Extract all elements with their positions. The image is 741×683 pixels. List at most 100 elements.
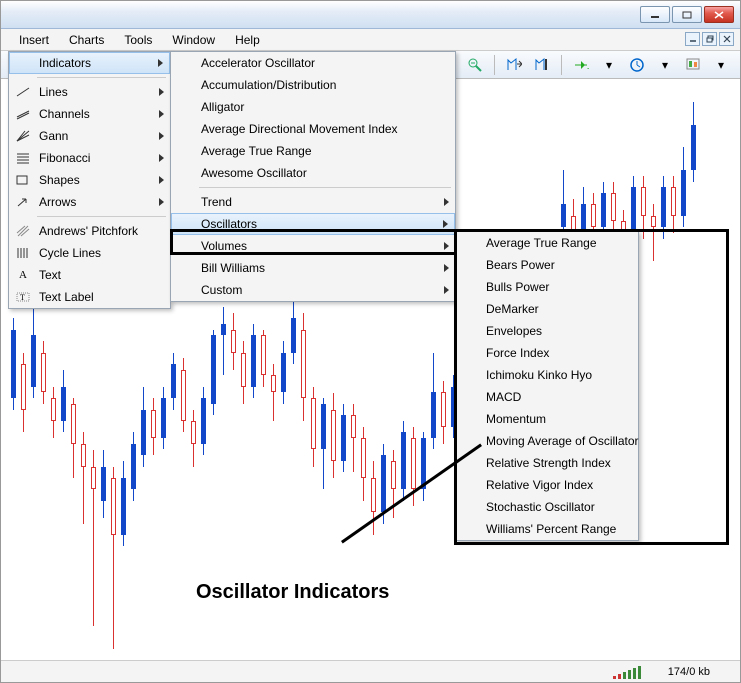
zoom-out-icon[interactable] bbox=[464, 54, 486, 76]
auto-scroll-icon[interactable] bbox=[503, 54, 525, 76]
menu-charts[interactable]: Charts bbox=[59, 29, 114, 50]
minimize-button[interactable] bbox=[640, 6, 670, 23]
mdi-close-button[interactable] bbox=[719, 32, 734, 46]
candlestick bbox=[111, 467, 116, 649]
candlestick bbox=[241, 341, 246, 404]
oscillators-item-williams-percent-range[interactable]: Williams' Percent Range bbox=[456, 518, 638, 540]
oscillators-submenu: Average True RangeBears PowerBulls Power… bbox=[455, 231, 639, 541]
templates-icon[interactable] bbox=[682, 54, 704, 76]
chevron-down-icon[interactable]: ▾ bbox=[598, 54, 620, 76]
insert-item-indicators[interactable]: Indicators bbox=[9, 52, 170, 74]
insert-item-lines[interactable]: Lines bbox=[9, 81, 170, 103]
menu-item-label: Channels bbox=[39, 107, 90, 121]
candlestick bbox=[351, 404, 356, 472]
oscillators-item-moving-average-of-oscillator[interactable]: Moving Average of Oscillator bbox=[456, 430, 638, 452]
mdi-minimize-button[interactable] bbox=[685, 32, 700, 46]
indicators-item-awesome-oscillator[interactable]: Awesome Oscillator bbox=[171, 162, 455, 184]
indicators-item-bill-williams[interactable]: Bill Williams bbox=[171, 257, 455, 279]
oscillators-item-bulls-power[interactable]: Bulls Power bbox=[456, 276, 638, 298]
indicators-submenu: Accelerator OscillatorAccumulation/Distr… bbox=[170, 51, 456, 302]
indicators-item-trend[interactable]: Trend bbox=[171, 191, 455, 213]
candlestick bbox=[171, 353, 176, 410]
mdi-restore-button[interactable] bbox=[702, 32, 717, 46]
oscillators-item-macd[interactable]: MACD bbox=[456, 386, 638, 408]
chevron-down-icon[interactable]: ▾ bbox=[654, 54, 676, 76]
oscillators-item-average-true-range[interactable]: Average True Range bbox=[456, 232, 638, 254]
candlestick bbox=[301, 313, 306, 421]
candlestick bbox=[221, 307, 226, 375]
menu-window[interactable]: Window bbox=[162, 29, 225, 50]
arrows-icon bbox=[13, 194, 33, 210]
menu-item-label: MACD bbox=[486, 390, 521, 404]
maximize-button[interactable] bbox=[672, 6, 702, 23]
menu-tools[interactable]: Tools bbox=[114, 29, 162, 50]
line-icon bbox=[13, 84, 33, 100]
menu-item-label: Text bbox=[39, 268, 61, 282]
candlestick bbox=[121, 461, 126, 547]
indicators-list-icon[interactable]: + bbox=[570, 54, 592, 76]
insert-item-cycle-lines[interactable]: Cycle Lines bbox=[9, 242, 170, 264]
insert-item-channels[interactable]: Channels bbox=[9, 103, 170, 125]
indicators-item-average-true-range[interactable]: Average True Range bbox=[171, 140, 455, 162]
channel-icon bbox=[13, 106, 33, 122]
menu-separator bbox=[199, 187, 451, 188]
indicators-item-average-directional-movement-index[interactable]: Average Directional Movement Index bbox=[171, 118, 455, 140]
oscillators-item-bears-power[interactable]: Bears Power bbox=[456, 254, 638, 276]
indicators-item-alligator[interactable]: Alligator bbox=[171, 96, 455, 118]
menu-item-label: Williams' Percent Range bbox=[486, 522, 616, 536]
chevron-down-icon[interactable]: ▾ bbox=[710, 54, 732, 76]
insert-item-text[interactable]: AText bbox=[9, 264, 170, 286]
insert-item-arrows[interactable]: Arrows bbox=[9, 191, 170, 213]
menu-bar: Insert Charts Tools Window Help bbox=[1, 29, 740, 51]
candlestick bbox=[11, 318, 16, 409]
chevron-right-icon bbox=[159, 176, 164, 184]
insert-item-shapes[interactable]: Shapes bbox=[9, 169, 170, 191]
oscillators-item-relative-strength-index[interactable]: Relative Strength Index bbox=[456, 452, 638, 474]
svg-text:T: T bbox=[20, 293, 25, 302]
menu-item-label: DeMarker bbox=[486, 302, 539, 316]
candlestick bbox=[661, 176, 666, 239]
insert-item-text-label[interactable]: TText Label bbox=[9, 286, 170, 308]
oscillators-item-relative-vigor-index[interactable]: Relative Vigor Index bbox=[456, 474, 638, 496]
candlestick bbox=[131, 432, 136, 500]
oscillators-item-stochastic-oscillator[interactable]: Stochastic Oscillator bbox=[456, 496, 638, 518]
chevron-right-icon bbox=[159, 110, 164, 118]
candlestick bbox=[431, 353, 436, 450]
menu-item-label: Relative Vigor Index bbox=[486, 478, 593, 492]
oscillators-item-force-index[interactable]: Force Index bbox=[456, 342, 638, 364]
oscillators-item-demarker[interactable]: DeMarker bbox=[456, 298, 638, 320]
menu-item-label: Awesome Oscillator bbox=[201, 166, 307, 180]
menu-item-label: Alligator bbox=[201, 100, 244, 114]
svg-text:+: + bbox=[587, 64, 589, 73]
menu-separator bbox=[37, 77, 166, 78]
insert-item-fibonacci[interactable]: Fibonacci bbox=[9, 147, 170, 169]
indicators-item-oscillators[interactable]: Oscillators bbox=[171, 213, 455, 235]
indicators-item-volumes[interactable]: Volumes bbox=[171, 235, 455, 257]
oscillators-item-ichimoku-kinko-hyo[interactable]: Ichimoku Kinko Hyo bbox=[456, 364, 638, 386]
chart-shift-icon[interactable] bbox=[531, 54, 553, 76]
cycle-icon bbox=[13, 245, 33, 261]
oscillators-item-envelopes[interactable]: Envelopes bbox=[456, 320, 638, 342]
candlestick bbox=[211, 330, 216, 416]
menu-item-label: Volumes bbox=[201, 239, 247, 253]
candlestick bbox=[61, 370, 66, 433]
menu-item-label: Momentum bbox=[486, 412, 546, 426]
indicators-item-accelerator-oscillator[interactable]: Accelerator Oscillator bbox=[171, 52, 455, 74]
insert-item-andrews-pitchfork[interactable]: Andrews' Pitchfork bbox=[9, 220, 170, 242]
candlestick bbox=[161, 387, 166, 450]
connection-bars-icon bbox=[613, 665, 648, 679]
indicators-item-custom[interactable]: Custom bbox=[171, 279, 455, 301]
menu-item-label: Cycle Lines bbox=[39, 246, 101, 260]
indicators-item-accumulation-distribution[interactable]: Accumulation/Distribution bbox=[171, 74, 455, 96]
periods-icon[interactable] bbox=[626, 54, 648, 76]
menu-help[interactable]: Help bbox=[225, 29, 270, 50]
insert-item-gann[interactable]: Gann bbox=[9, 125, 170, 147]
menu-insert[interactable]: Insert bbox=[9, 29, 59, 50]
candlestick bbox=[641, 176, 646, 239]
candlestick bbox=[271, 364, 276, 421]
menu-item-label: Average True Range bbox=[201, 144, 312, 158]
menu-separator bbox=[37, 216, 166, 217]
candlestick bbox=[191, 410, 196, 467]
close-button[interactable] bbox=[704, 6, 734, 23]
oscillators-item-momentum[interactable]: Momentum bbox=[456, 408, 638, 430]
